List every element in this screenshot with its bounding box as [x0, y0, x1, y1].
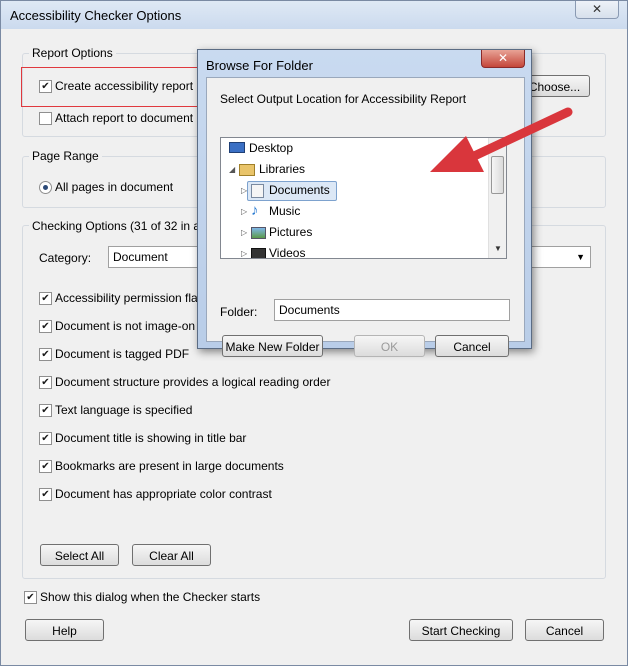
scroll-down-icon[interactable]: ▼ [494, 244, 502, 253]
page-range-label: Page Range [29, 149, 102, 163]
check-item-label: Document title is showing in title bar [55, 431, 247, 445]
browse-close-button[interactable]: ✕ [481, 50, 525, 68]
check-item-label: Document is not image-on [55, 319, 196, 333]
browse-folder-dialog: Browse For Folder ✕ Select Output Locati… [197, 49, 532, 357]
collapsed-triangle-icon[interactable]: ▷ [241, 228, 247, 237]
report-options-label: Report Options [29, 46, 116, 60]
libraries-icon [239, 164, 255, 176]
check-item-label: Document is tagged PDF [55, 347, 190, 361]
music-icon: ♪ [251, 202, 259, 219]
tree-item-pictures[interactable]: Pictures [269, 225, 312, 239]
clear-all-button[interactable]: Clear All [132, 544, 211, 566]
browse-cancel-button[interactable]: Cancel [435, 335, 509, 357]
window-title: Accessibility Checker Options [10, 8, 182, 23]
scroll-up-icon[interactable]: ▲ [494, 140, 502, 149]
attach-report-checkbox[interactable] [39, 112, 52, 125]
browse-dialog-body: Select Output Location for Accessibility… [206, 77, 525, 357]
check-item-checkbox[interactable]: ✔ [39, 320, 52, 333]
tree-item-music[interactable]: Music [269, 204, 300, 218]
check-item-label: Accessibility permission fla [55, 291, 198, 305]
pictures-icon [251, 227, 266, 239]
create-report-label: Create accessibility report [55, 79, 194, 93]
create-report-checkbox[interactable]: ✔ [39, 80, 52, 93]
expanded-triangle-icon[interactable]: ◢ [229, 165, 235, 174]
folder-tree[interactable]: Desktop ◢ Libraries ▷ Documents ▷ ♪ Musi… [220, 137, 507, 259]
category-value: Document [113, 250, 168, 264]
check-item-checkbox[interactable]: ✔ [39, 432, 52, 445]
tree-item-documents[interactable]: Documents [269, 183, 330, 197]
scroll-thumb[interactable] [491, 156, 504, 194]
tree-item-libraries[interactable]: Libraries [259, 162, 305, 176]
check-item-checkbox[interactable]: ✔ [39, 460, 52, 473]
browse-dialog-title: Browse For Folder [206, 58, 313, 73]
all-pages-label: All pages in document [55, 180, 174, 194]
folder-input-value: Documents [279, 303, 340, 317]
title-bar: Accessibility Checker Options ✕ [1, 1, 627, 29]
check-item-checkbox[interactable]: ✔ [39, 488, 52, 501]
chevron-down-icon: ▼ [576, 252, 585, 262]
tree-item-desktop[interactable]: Desktop [249, 141, 293, 155]
folder-label: Folder: [220, 305, 258, 319]
tree-scrollbar[interactable]: ▲ ▼ [488, 138, 506, 258]
start-checking-button[interactable]: Start Checking [409, 619, 513, 641]
check-item-label: Document has appropriate color contrast [55, 487, 272, 501]
check-item-label: Bookmarks are present in large documents [55, 459, 284, 473]
cancel-button[interactable]: Cancel [525, 619, 604, 641]
attach-report-label: Attach report to document [55, 111, 194, 125]
checking-options-label: Checking Options (31 of 32 in a [29, 219, 204, 233]
all-pages-radio[interactable] [39, 181, 52, 194]
category-label: Category: [39, 251, 92, 265]
check-item-checkbox[interactable]: ✔ [39, 376, 52, 389]
collapsed-triangle-icon[interactable]: ▷ [241, 207, 247, 216]
check-item-checkbox[interactable]: ✔ [39, 292, 52, 305]
show-dialog-checkbox[interactable]: ✔ [24, 591, 37, 604]
collapsed-triangle-icon[interactable]: ▷ [241, 249, 247, 258]
desktop-icon [229, 142, 245, 153]
select-all-button[interactable]: Select All [40, 544, 119, 566]
check-item-label: Text language is specified [55, 403, 193, 417]
tree-item-videos[interactable]: Videos [269, 246, 305, 258]
check-item-checkbox[interactable]: ✔ [39, 404, 52, 417]
help-button[interactable]: Help [25, 619, 104, 641]
videos-icon [251, 248, 266, 258]
ok-button[interactable]: OK [354, 335, 425, 357]
folder-input[interactable]: Documents [274, 299, 510, 321]
make-new-folder-button[interactable]: Make New Folder [222, 335, 323, 357]
window-close-button[interactable]: ✕ [575, 1, 619, 19]
documents-icon [251, 184, 264, 198]
check-item-checkbox[interactable]: ✔ [39, 348, 52, 361]
collapsed-triangle-icon[interactable]: ▷ [241, 186, 247, 195]
show-dialog-label: Show this dialog when the Checker starts [40, 590, 261, 604]
check-item-label: Document structure provides a logical re… [55, 375, 331, 389]
browse-instruction: Select Output Location for Accessibility… [220, 92, 467, 106]
